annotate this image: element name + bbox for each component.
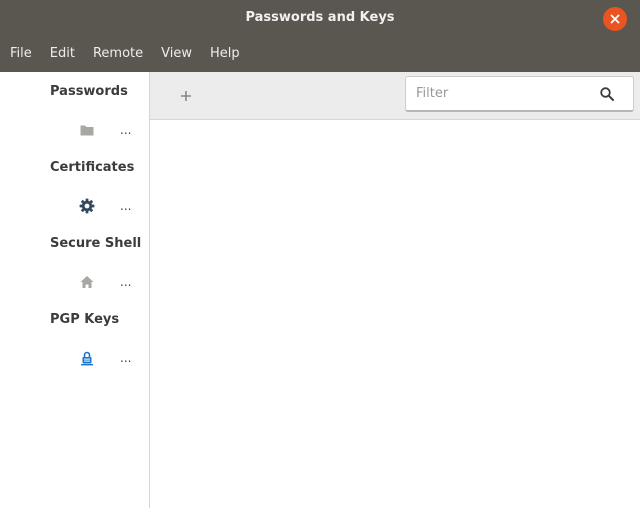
home-icon bbox=[80, 276, 94, 288]
app-window: Passwords and Keys File Edit Remote View… bbox=[0, 0, 640, 513]
sidebar-item-certificates[interactable]: ... bbox=[70, 194, 140, 218]
close-button[interactable] bbox=[603, 7, 627, 31]
menu-help[interactable]: Help bbox=[201, 42, 249, 66]
sidebar-item-pgp-keys[interactable]: ... bbox=[70, 346, 140, 370]
menu-remote[interactable]: Remote bbox=[84, 42, 152, 66]
menu-edit[interactable]: Edit bbox=[41, 42, 84, 66]
sidebar-item-label: ... bbox=[120, 199, 132, 213]
section-heading-pgp-keys: PGP Keys bbox=[50, 312, 120, 327]
plus-icon bbox=[181, 91, 191, 101]
sidebar-item-label: ... bbox=[120, 123, 132, 137]
folder-icon bbox=[80, 125, 94, 136]
gear-icon bbox=[79, 198, 95, 214]
close-icon bbox=[610, 14, 620, 24]
toolbar bbox=[150, 72, 640, 120]
menu-view[interactable]: View bbox=[152, 42, 201, 66]
search-icon[interactable] bbox=[599, 86, 615, 102]
bottom-edge bbox=[0, 508, 640, 513]
header-bar: Passwords and Keys File Edit Remote View… bbox=[0, 0, 640, 72]
menu-file[interactable]: File bbox=[0, 42, 41, 66]
sidebar-item-passwords[interactable]: ... bbox=[70, 118, 140, 142]
window-title: Passwords and Keys bbox=[245, 10, 395, 25]
filter-input[interactable] bbox=[406, 77, 596, 110]
sidebar-item-label: ... bbox=[120, 351, 132, 365]
sidebar-item-label: ... bbox=[120, 275, 132, 289]
add-button[interactable] bbox=[174, 84, 198, 108]
section-heading-secure-shell: Secure Shell bbox=[50, 236, 142, 251]
filter-box bbox=[405, 76, 634, 112]
user-lock-icon bbox=[81, 351, 93, 366]
sidebar: Passwords ... Certificates ... Secure Sh… bbox=[0, 72, 150, 508]
menu-bar: File Edit Remote View Help bbox=[0, 42, 249, 66]
item-list-area bbox=[150, 120, 640, 508]
section-heading-passwords: Passwords bbox=[50, 84, 128, 99]
section-heading-certificates: Certificates bbox=[50, 160, 135, 175]
sidebar-item-secure-shell[interactable]: ... bbox=[70, 270, 140, 294]
